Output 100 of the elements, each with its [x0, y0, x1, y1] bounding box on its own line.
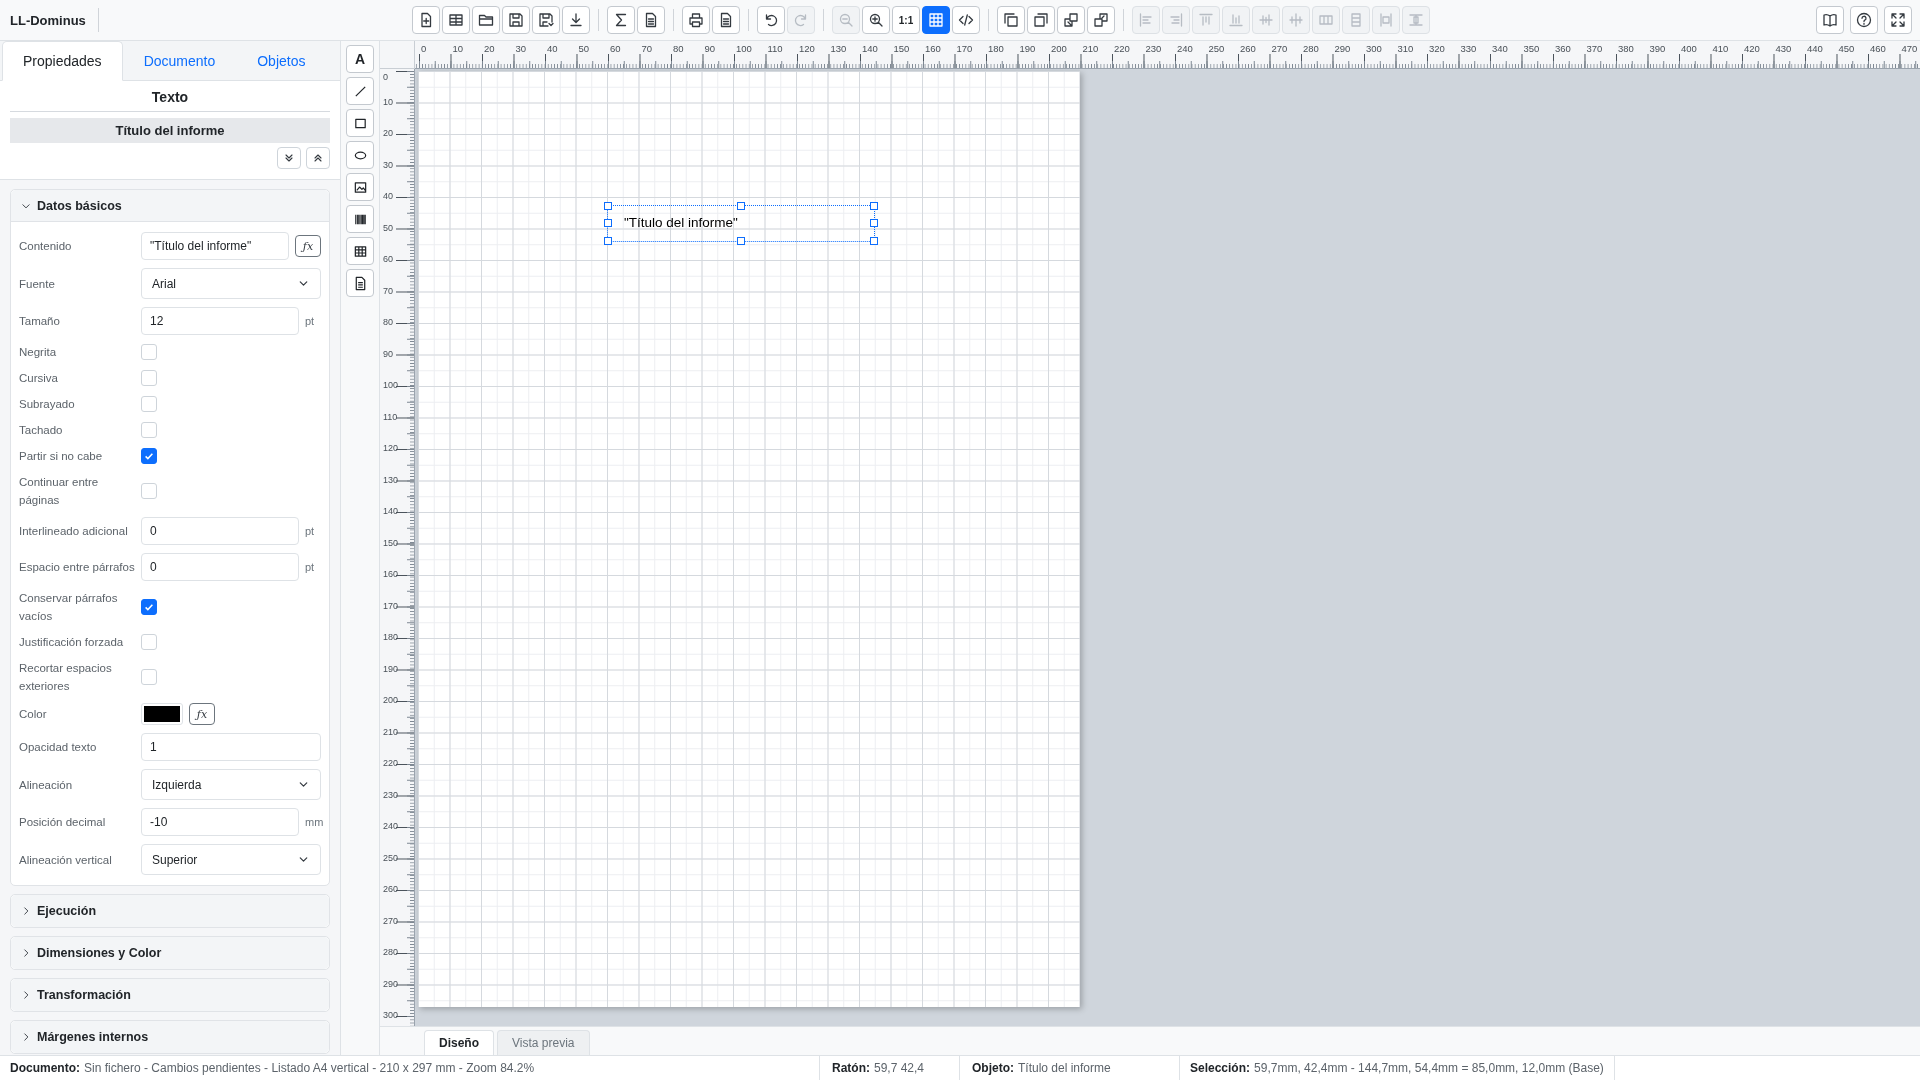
panel-tab[interactable]: Propiedades: [2, 41, 123, 81]
select-field[interactable]: Superior: [141, 844, 321, 875]
field-label: Alineación: [19, 777, 74, 793]
panel-tab[interactable]: Objetos: [236, 41, 327, 81]
toolbar-button[interactable]: [472, 6, 500, 34]
input-field[interactable]: "Título del informe": [141, 232, 289, 260]
chevron-icon: [21, 990, 31, 1000]
ruler-label: 440: [1807, 43, 1823, 54]
ruler-label: 0: [421, 43, 427, 54]
ruler-label: 230: [1145, 43, 1162, 54]
text-object[interactable]: "Título del informe": [607, 204, 875, 243]
ruler-label: 320: [1429, 43, 1445, 54]
align-left-icon: [1138, 12, 1154, 28]
ruler-label: 380: [1618, 43, 1634, 54]
field-label: Conservar párrafos vacíos: [19, 591, 119, 624]
status-item: Documento: Sin fichero - Cambios pendientes - Listado A4 vertical - 210 x 297 mm - Zoom 84.2%: [0, 1056, 820, 1080]
input-field[interactable]: -10: [141, 808, 299, 836]
sigma-icon: [613, 12, 629, 28]
rectangle-tool-button[interactable]: [346, 109, 374, 137]
field-label: Tamaño: [19, 314, 61, 329]
text-tool-button[interactable]: A: [346, 45, 374, 73]
field-label: Continuar entre páginas: [19, 475, 100, 508]
toolbar-button[interactable]: [1816, 6, 1844, 34]
toolbar-button[interactable]: [637, 6, 665, 34]
toolbar-button[interactable]: [712, 6, 740, 34]
view-tab[interactable]: Vista previa: [497, 1030, 590, 1055]
ruler-label: 70: [383, 285, 393, 296]
toolbar-button[interactable]: [442, 6, 470, 34]
field-label: Justificación forzada: [19, 635, 125, 650]
ruler-label: 70: [641, 43, 653, 54]
panel-tab[interactable]: Documento: [122, 41, 237, 81]
section-header[interactable]: Ejecución: [11, 895, 329, 927]
document-tool-button[interactable]: [346, 269, 374, 297]
align-right-icon: [1168, 12, 1184, 28]
distribute-h-icon: [1318, 12, 1334, 28]
formula-button[interactable]: ƒx: [295, 235, 321, 257]
input-field[interactable]: 1: [141, 733, 321, 761]
ruler-label: 210: [383, 726, 399, 737]
input-field[interactable]: 0: [141, 553, 299, 581]
toolbar-button[interactable]: [952, 6, 980, 34]
ruler-label: 20: [383, 128, 393, 138]
ruler-label: 270: [1271, 43, 1288, 54]
input-field[interactable]: 12: [141, 307, 299, 335]
checkbox[interactable]: [141, 448, 157, 464]
section-header[interactable]: Datos básicos: [11, 190, 329, 222]
section-header[interactable]: Márgenes internos: [11, 1021, 329, 1053]
layer-front-icon: [1003, 12, 1019, 28]
ruler-label: 60: [383, 254, 393, 264]
toolbar-button[interactable]: [757, 6, 785, 34]
field-label: Alineación vertical: [19, 852, 113, 868]
toolbar-button[interactable]: [532, 6, 560, 34]
toolbar-button[interactable]: [682, 6, 710, 34]
toolbar-button[interactable]: [1884, 6, 1912, 34]
section-header[interactable]: Dimensiones y Color: [11, 937, 329, 969]
select-field[interactable]: Izquierda: [141, 769, 321, 800]
unit-label: mm: [305, 816, 321, 828]
collapse-all-button[interactable]: [306, 147, 330, 169]
toolbar-button[interactable]: [997, 6, 1025, 34]
toolbar-button[interactable]: [562, 6, 590, 34]
printer-icon: [688, 12, 704, 28]
ruler-label: 280: [1303, 43, 1319, 54]
ruler-label: 100: [736, 43, 752, 54]
expand-all-button[interactable]: [277, 147, 301, 169]
ruler-label: 170: [956, 43, 973, 54]
field-label: Interlineado adicional: [19, 524, 129, 539]
table-plus-icon: [448, 12, 464, 28]
ruler-label: 200: [383, 695, 399, 705]
ruler-label: 430: [1775, 43, 1792, 54]
formula-button[interactable]: ƒx: [189, 703, 215, 725]
ruler-label: 340: [1492, 43, 1508, 54]
toolbar-button[interactable]: [1027, 6, 1055, 34]
toolbar-button[interactable]: [1087, 6, 1115, 34]
ruler-label: 210: [1082, 43, 1099, 54]
image-tool-button[interactable]: [346, 173, 374, 201]
unit-label: pt: [305, 561, 316, 573]
checkbox[interactable]: [141, 599, 157, 615]
toolbar-button[interactable]: [1850, 6, 1878, 34]
barcode-tool-button[interactable]: [346, 205, 374, 233]
input-field[interactable]: 0: [141, 517, 299, 545]
table-tool-button[interactable]: [346, 237, 374, 265]
ruler-label: 80: [383, 317, 393, 327]
ruler-label: 50: [383, 222, 393, 233]
toolbar-button[interactable]: [412, 6, 440, 34]
ruler-label: 40: [383, 191, 393, 201]
select-field[interactable]: Arial: [141, 268, 321, 299]
toolbar-button[interactable]: 1:1: [892, 6, 920, 34]
ruler-label: 50: [578, 43, 590, 54]
toolbar-button[interactable]: [502, 6, 530, 34]
toolbar-button[interactable]: [607, 6, 635, 34]
toolbar-button[interactable]: [1057, 6, 1085, 34]
toolbar-button[interactable]: [862, 6, 890, 34]
zoom-in-icon: [868, 12, 884, 28]
ellipse-tool-button[interactable]: [346, 141, 374, 169]
ruler-label: 150: [383, 537, 399, 548]
object-type: Texto: [10, 81, 330, 112]
ruler-label: 250: [1208, 43, 1225, 54]
save-as-icon: [538, 12, 554, 28]
view-tab[interactable]: Diseño: [424, 1030, 494, 1055]
ruler-label: 300: [383, 1010, 399, 1020]
section-header[interactable]: Transformación: [11, 979, 329, 1011]
